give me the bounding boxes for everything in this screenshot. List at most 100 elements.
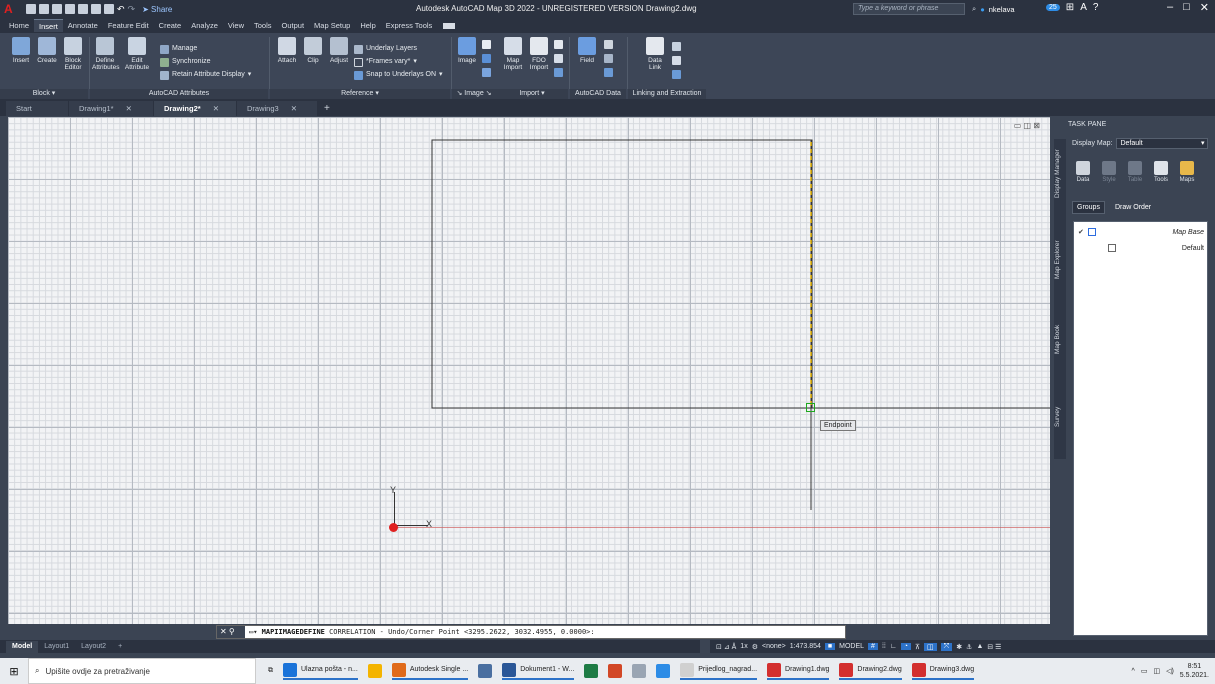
tray-chevron-icon[interactable]: ^ bbox=[1132, 668, 1135, 675]
share-button[interactable]: ➤ Share bbox=[142, 5, 172, 14]
tab-home[interactable]: Home bbox=[4, 19, 34, 32]
taskbar-app-calculator[interactable] bbox=[478, 664, 493, 678]
network-icon[interactable]: ◫ bbox=[1153, 667, 1160, 675]
command-prompt[interactable]: ▭▾ MAPIIMAGEDEFINE CORRELATION - Undo/Co… bbox=[245, 628, 595, 636]
autocad-data-option-3[interactable] bbox=[604, 67, 613, 77]
close-icon[interactable]: ✕ bbox=[1200, 1, 1209, 14]
display-map-select[interactable]: Default ▾ bbox=[1116, 138, 1209, 149]
taskbar-app-drawing2[interactable]: Drawing2.dwg bbox=[839, 662, 902, 680]
tab-view[interactable]: View bbox=[223, 19, 249, 32]
isodraft-icon[interactable]: ⊼ bbox=[915, 643, 920, 651]
insert-block-button[interactable]: Insert bbox=[8, 37, 34, 64]
grid-icon[interactable]: # bbox=[868, 643, 878, 650]
annotation-scale-icon[interactable]: ⊡ ⊿ Å bbox=[716, 643, 736, 651]
undo-icon[interactable]: ↶ bbox=[117, 4, 125, 15]
frames-vary-dropdown[interactable]: *Frames vary* ▾ bbox=[354, 57, 417, 67]
retain-attribute-display-button[interactable]: Retain Attribute Display ▾ bbox=[160, 70, 251, 80]
synchronize-button[interactable]: Synchronize bbox=[160, 57, 211, 67]
taskbar-app-explorer[interactable] bbox=[367, 664, 382, 678]
maps-tool-button[interactable]: Maps bbox=[1176, 161, 1198, 183]
save-icon[interactable] bbox=[52, 4, 62, 14]
groups-button[interactable]: Groups bbox=[1072, 201, 1105, 214]
hardware-accel-icon[interactable]: ▲ bbox=[976, 643, 983, 650]
maximize-icon[interactable]: □ bbox=[1183, 1, 1190, 14]
autocad-data-option-2[interactable] bbox=[604, 53, 613, 63]
define-attributes-button[interactable]: Define Attributes bbox=[92, 37, 119, 71]
taskbar-app-outlook[interactable]: Ulazna pošta - n... bbox=[283, 662, 358, 680]
battery-icon[interactable]: ▭ bbox=[1141, 667, 1148, 675]
doc-tab-drawing3[interactable]: Drawing3 ✕ bbox=[237, 101, 317, 116]
scale-value[interactable]: 1:473.854 bbox=[790, 643, 821, 650]
keyword-search-input[interactable]: Type a keyword or phrase bbox=[853, 3, 965, 15]
notification-badge[interactable]: 25 bbox=[1046, 4, 1060, 11]
snap-to-underlays-dropdown[interactable]: Snap to Underlays ON ▾ bbox=[354, 70, 443, 80]
autocad-logo-icon[interactable]: A bbox=[4, 2, 20, 16]
ucs-origin-icon[interactable] bbox=[389, 523, 398, 532]
import-option-3[interactable] bbox=[554, 67, 563, 77]
taskbar-app-photos[interactable] bbox=[632, 664, 647, 678]
chevron-down-icon[interactable]: ✔ bbox=[1078, 228, 1084, 236]
manage-button[interactable]: Manage bbox=[160, 44, 197, 54]
tab-layout1[interactable]: Layout1 bbox=[38, 641, 75, 653]
layer-visibility-checkbox[interactable] bbox=[1108, 244, 1116, 252]
annotation-scale[interactable]: 1x bbox=[740, 643, 747, 650]
cart-icon[interactable]: ⊞ bbox=[1066, 2, 1074, 13]
attach-button[interactable]: Attach bbox=[274, 37, 300, 64]
help-icon[interactable]: ? bbox=[1093, 2, 1099, 13]
system-clock[interactable]: 8:51 5.5.2021. bbox=[1180, 662, 1209, 680]
add-layout-icon[interactable]: + bbox=[112, 641, 128, 653]
import-option-2[interactable] bbox=[554, 53, 563, 63]
fdo-import-button[interactable]: FDO Import bbox=[526, 37, 552, 71]
image-frame-button[interactable] bbox=[482, 39, 491, 49]
linking-option-1[interactable] bbox=[672, 41, 681, 51]
minimize-icon[interactable]: – bbox=[1167, 1, 1173, 14]
coord-system[interactable]: <none> bbox=[762, 643, 786, 650]
tools-tool-button[interactable]: Tools bbox=[1150, 161, 1172, 183]
web-mobile-icon[interactable] bbox=[78, 4, 88, 14]
open-icon[interactable] bbox=[39, 4, 49, 14]
tab-insert[interactable]: Insert bbox=[34, 19, 63, 32]
style-tool-button[interactable]: Style bbox=[1098, 161, 1120, 183]
snap-icon[interactable]: ⁞⁞ bbox=[882, 643, 886, 650]
tab-layout2[interactable]: Layout2 bbox=[75, 641, 112, 653]
draw-order-button[interactable]: Draw Order bbox=[1115, 204, 1151, 211]
tree-item-map-base[interactable]: ✔ Map Base bbox=[1078, 228, 1204, 236]
block-group-title[interactable]: Block ▾ bbox=[0, 89, 88, 99]
taskbar-app-excel[interactable] bbox=[584, 664, 599, 678]
taskbar-app-drawing3[interactable]: Drawing3.dwg bbox=[911, 662, 975, 680]
tab-help[interactable]: Help bbox=[355, 19, 380, 32]
user-account[interactable]: ⌕ ● nkelava bbox=[972, 4, 1015, 14]
redo-icon[interactable]: ↷ bbox=[128, 4, 136, 15]
block-editor-button[interactable]: Block Editor bbox=[60, 37, 86, 71]
settings-gear-icon[interactable]: ✱ bbox=[956, 643, 962, 651]
taskbar-app-office[interactable] bbox=[608, 664, 623, 678]
image-button[interactable]: Image bbox=[454, 37, 480, 64]
tab-survey[interactable]: Survey bbox=[1054, 387, 1066, 447]
taskbar-app-drawing1[interactable]: Drawing1.dwg bbox=[767, 662, 830, 680]
edit-attribute-button[interactable]: Edit Attribute bbox=[124, 37, 150, 71]
lock-icon[interactable]: ■ bbox=[824, 643, 836, 650]
adjust-button[interactable]: Adjust bbox=[326, 37, 352, 64]
command-line-controls[interactable]: ✕ ⚲ bbox=[217, 626, 245, 638]
task-view-icon[interactable]: ⧉ bbox=[268, 667, 273, 675]
layer-visibility-checkbox[interactable] bbox=[1087, 228, 1096, 236]
data-tool-button[interactable]: Data bbox=[1072, 161, 1094, 183]
tab-create[interactable]: Create bbox=[154, 19, 187, 32]
plot-icon[interactable] bbox=[104, 4, 114, 14]
workspace-icon[interactable]: ⚓ bbox=[966, 643, 972, 651]
new-tab-icon[interactable]: + bbox=[324, 101, 330, 116]
autodesk-app-icon[interactable]: A bbox=[1080, 2, 1087, 13]
tab-output[interactable]: Output bbox=[277, 19, 310, 32]
tab-annotate[interactable]: Annotate bbox=[63, 19, 103, 32]
linking-option-2[interactable] bbox=[672, 55, 681, 65]
close-tab-icon[interactable]: ✕ bbox=[126, 101, 132, 116]
volume-icon[interactable]: ◁) bbox=[1166, 667, 1174, 675]
table-tool-button[interactable]: Table bbox=[1124, 161, 1146, 183]
tab-map-setup[interactable]: Map Setup bbox=[309, 19, 355, 32]
close-tab-icon[interactable]: ✕ bbox=[291, 101, 297, 116]
tab-map-book[interactable]: Map Book bbox=[1054, 309, 1066, 369]
doc-tab-start[interactable]: Start bbox=[6, 101, 68, 116]
clean-screen-icon[interactable]: ⊟ ☰ bbox=[987, 643, 1001, 651]
tab-map-explorer[interactable]: Map Explorer bbox=[1054, 225, 1066, 295]
create-block-button[interactable]: Create bbox=[34, 37, 60, 64]
